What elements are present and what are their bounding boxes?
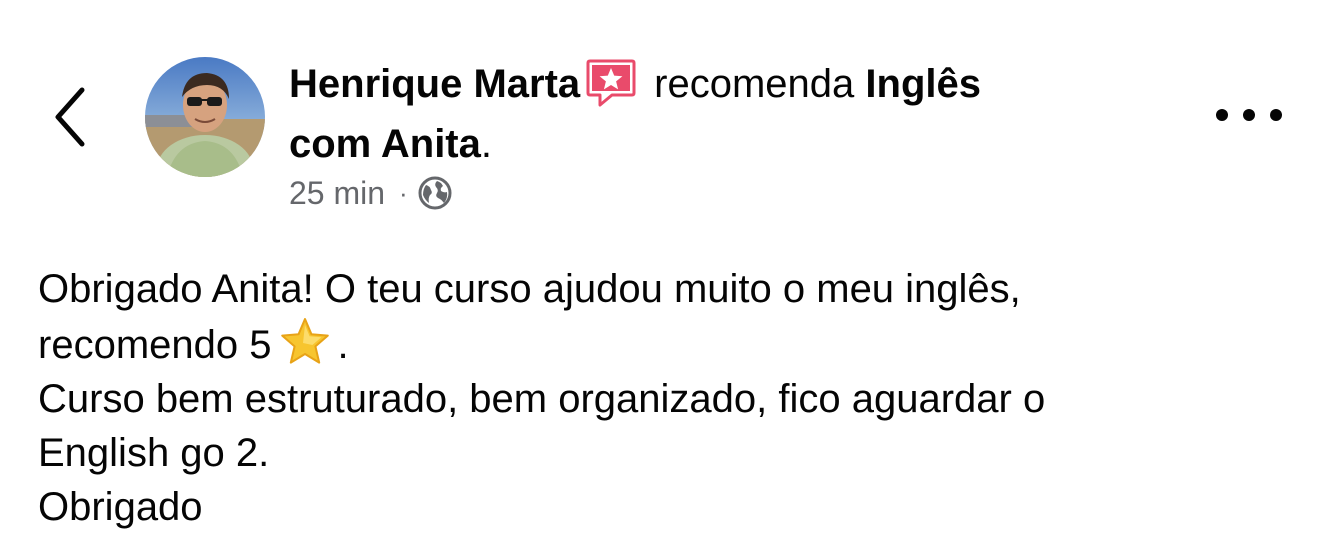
recommends-word: recomenda [654, 62, 855, 106]
back-button[interactable] [44, 82, 96, 152]
page-name-line1[interactable]: Inglês [865, 62, 981, 106]
more-options-button[interactable] [1216, 92, 1282, 138]
post-header: Henrique Marta recomenda Inglês com Anita… [289, 54, 1169, 174]
chevron-left-icon [55, 87, 85, 147]
avatar[interactable] [145, 57, 265, 177]
post-line: Curso bem estruturado, bem organizado, f… [38, 377, 1046, 421]
post-meta: 25 min · [289, 170, 452, 216]
post-body: Obrigado Anita! O teu curso ajudou muito… [38, 262, 1298, 534]
post-line: Obrigado Anita! O teu curso ajudou muito… [38, 267, 1021, 311]
header-period: . [480, 122, 492, 166]
post-time[interactable]: 25 min [289, 175, 385, 212]
recommend-star-icon [586, 59, 636, 107]
meta-separator: · [399, 177, 408, 208]
post-line: Obrigado [38, 485, 203, 529]
post-line: recomendo 5 . [38, 316, 1298, 372]
post-line: English go 2. [38, 431, 270, 475]
page-name-line2[interactable]: com Anita [289, 122, 481, 166]
star-emoji-icon [279, 316, 331, 368]
more-options-icon [1216, 109, 1228, 121]
globe-icon [418, 176, 452, 210]
author-name[interactable]: Henrique Marta [289, 62, 580, 106]
